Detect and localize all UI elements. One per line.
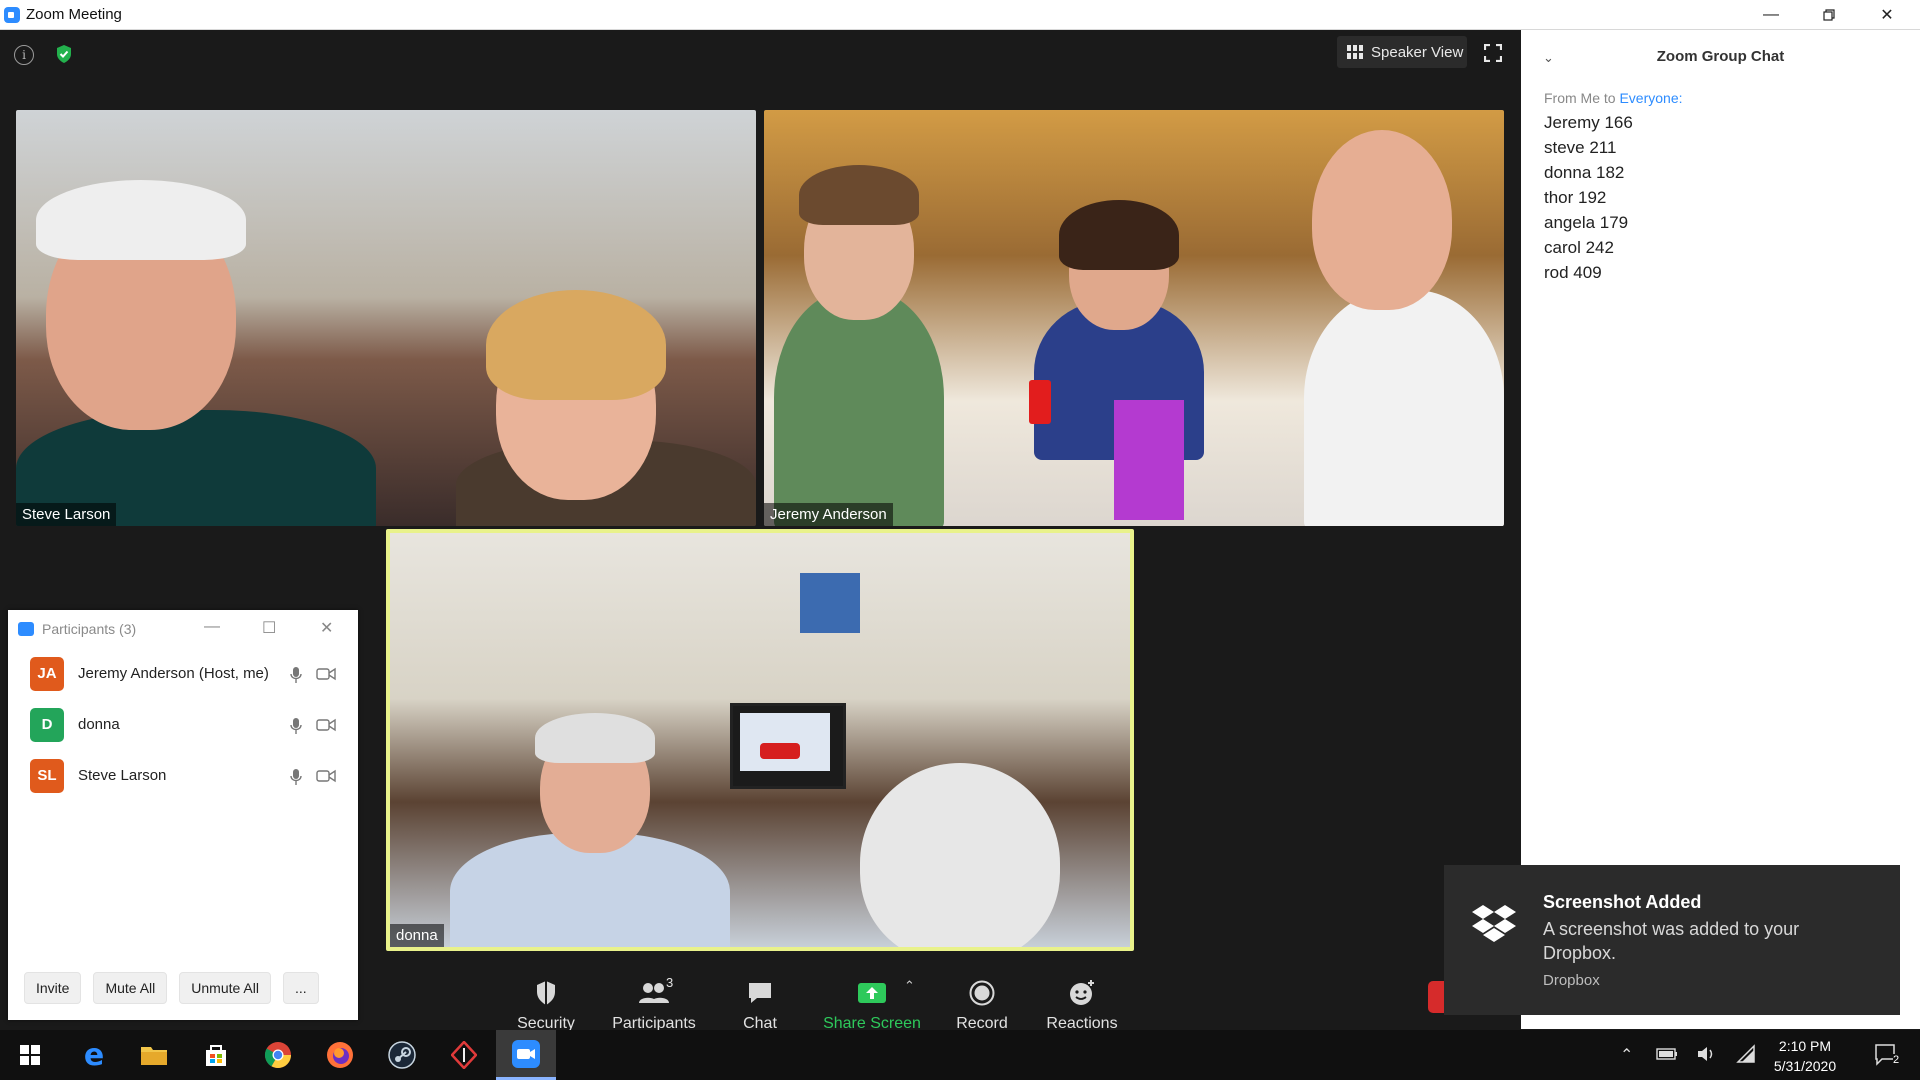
restore-button[interactable] — [1800, 0, 1858, 29]
chat-recipient-line: From Me to Everyone: — [1544, 90, 1683, 106]
microphone-icon[interactable] — [290, 666, 302, 684]
tile-name-label: Steve Larson — [16, 503, 117, 526]
chat-message: angela 179 — [1544, 213, 1629, 232]
invite-button[interactable]: Invite — [24, 972, 82, 1004]
microphone-icon[interactable] — [290, 768, 302, 786]
zoom-taskbar-icon[interactable] — [496, 1030, 556, 1080]
chat-from-label: From Me to — [1544, 90, 1616, 106]
show-hidden-icons-chevron-icon[interactable]: ⌃ — [1620, 1045, 1633, 1065]
participants-panel-footer: Invite Mute All Unmute All ... — [24, 972, 319, 1004]
chat-bubble-icon — [749, 983, 771, 1003]
chat-message: rod 409 — [1544, 263, 1602, 282]
more-options-button[interactable]: ... — [282, 972, 319, 1004]
tile-name-label: donna — [390, 924, 444, 947]
panel-minimize-button[interactable]: — — [204, 618, 220, 636]
security-shield-icon — [537, 981, 555, 1005]
notification-count-badge: 2 — [1893, 1054, 1900, 1066]
participants-panel: Participants (3) — ☐ ✕ JA Jeremy Anderso… — [8, 610, 358, 1020]
grid-icon — [1347, 45, 1363, 59]
volume-icon[interactable] — [1696, 1045, 1716, 1063]
speaker-view-button[interactable]: Speaker View — [1337, 36, 1467, 68]
taskbar-clock[interactable]: 2:10 PM 5/31/2020 — [1760, 1036, 1850, 1076]
participant-name: donna — [78, 716, 120, 733]
panel-close-button[interactable]: ✕ — [320, 618, 333, 638]
microphone-icon[interactable] — [290, 717, 302, 735]
unmute-all-button[interactable]: Unmute All — [179, 972, 271, 1004]
participant-name: Steve Larson — [78, 767, 167, 784]
microsoft-store-icon[interactable] — [186, 1030, 246, 1080]
restore-icon — [1823, 8, 1835, 21]
toast-title: Screenshot Added — [1543, 892, 1702, 912]
tile-name-label: Jeremy Anderson — [764, 503, 893, 526]
chat-recipient-link[interactable]: Everyone: — [1619, 90, 1682, 106]
chat-title: Zoom Group Chat — [1656, 48, 1785, 65]
clock-date: 5/31/2020 — [1773, 1058, 1837, 1074]
chrome-icon[interactable] — [248, 1030, 308, 1080]
windows-logo-icon — [20, 1045, 40, 1065]
title-bar: Zoom Meeting — ✕ — [0, 0, 1920, 30]
encryption-shield-icon[interactable] — [55, 44, 73, 64]
zoom-app-icon — [18, 622, 34, 636]
chat-message-list: Jeremy 166 steve 211 donna 182 thor 192 … — [1544, 110, 1633, 285]
participants-panel-title: Participants (3) — [42, 621, 137, 637]
zoom-app-icon — [4, 6, 20, 23]
avatar: D — [30, 707, 64, 742]
video-tile-jeremy-anderson[interactable]: Jeremy Anderson — [764, 110, 1504, 526]
reactions-smiley-icon — [1070, 980, 1094, 1005]
fullscreen-icon[interactable] — [1484, 44, 1502, 62]
steam-icon[interactable] — [372, 1030, 432, 1080]
battery-icon[interactable] — [1656, 1048, 1678, 1060]
windows-taskbar: e ⌃ 2:10 PM 5/31/2020 2 — [0, 1030, 1920, 1080]
record-icon — [969, 980, 995, 1006]
screenshot-notification-toast[interactable]: Screenshot Added A screenshot was added … — [1444, 865, 1900, 1015]
edge-browser-icon[interactable]: e — [64, 1030, 124, 1080]
participant-row[interactable]: JA Jeremy Anderson (Host, me) — [8, 648, 358, 699]
dropbox-icon — [1472, 905, 1516, 942]
video-tile-steve-larson[interactable]: Steve Larson — [16, 110, 756, 526]
mute-all-button[interactable]: Mute All — [93, 972, 168, 1004]
chat-message: Jeremy 166 — [1544, 113, 1633, 132]
participant-row[interactable]: SL Steve Larson — [8, 750, 358, 801]
clock-time: 2:10 PM — [1778, 1038, 1832, 1054]
chat-message: donna 182 — [1544, 163, 1625, 182]
minimize-button[interactable]: — — [1742, 0, 1800, 29]
share-options-caret-icon[interactable]: ⌃ — [904, 978, 915, 994]
action-center-button[interactable]: 2 — [1862, 1030, 1912, 1080]
firefox-icon[interactable] — [310, 1030, 370, 1080]
share-screen-icon — [858, 983, 886, 1003]
chat-message: carol 242 — [1544, 238, 1614, 257]
avatar: SL — [30, 758, 64, 793]
chat-message: steve 211 — [1544, 138, 1617, 157]
speaker-view-label: Speaker View — [1371, 43, 1464, 61]
panel-maximize-button[interactable]: ☐ — [262, 618, 276, 638]
video-tile-donna[interactable]: donna — [386, 529, 1134, 951]
participant-name: Jeremy Anderson (Host, me) — [78, 665, 269, 682]
window-title: Zoom Meeting — [26, 6, 122, 23]
video-camera-icon[interactable] — [316, 769, 336, 783]
avatar: JA — [30, 656, 64, 691]
toast-body: A screenshot was added to your Dropbox. — [1543, 919, 1800, 963]
chat-message: thor 192 — [1544, 188, 1607, 207]
file-explorer-icon[interactable] — [124, 1030, 184, 1080]
participants-count-badge: 3 — [666, 975, 674, 990]
participants-panel-header: Participants (3) — ☐ ✕ — [8, 610, 358, 648]
video-camera-icon[interactable] — [316, 667, 336, 681]
participant-row[interactable]: D donna — [8, 699, 358, 750]
toast-source: Dropbox — [1543, 972, 1600, 989]
video-camera-icon[interactable] — [316, 718, 336, 732]
info-icon[interactable]: i — [14, 45, 34, 65]
start-button[interactable] — [0, 1030, 60, 1080]
wifi-icon[interactable] — [1736, 1044, 1756, 1064]
app-icon-red-diamond[interactable] — [434, 1030, 494, 1080]
close-button[interactable]: ✕ — [1858, 0, 1916, 29]
